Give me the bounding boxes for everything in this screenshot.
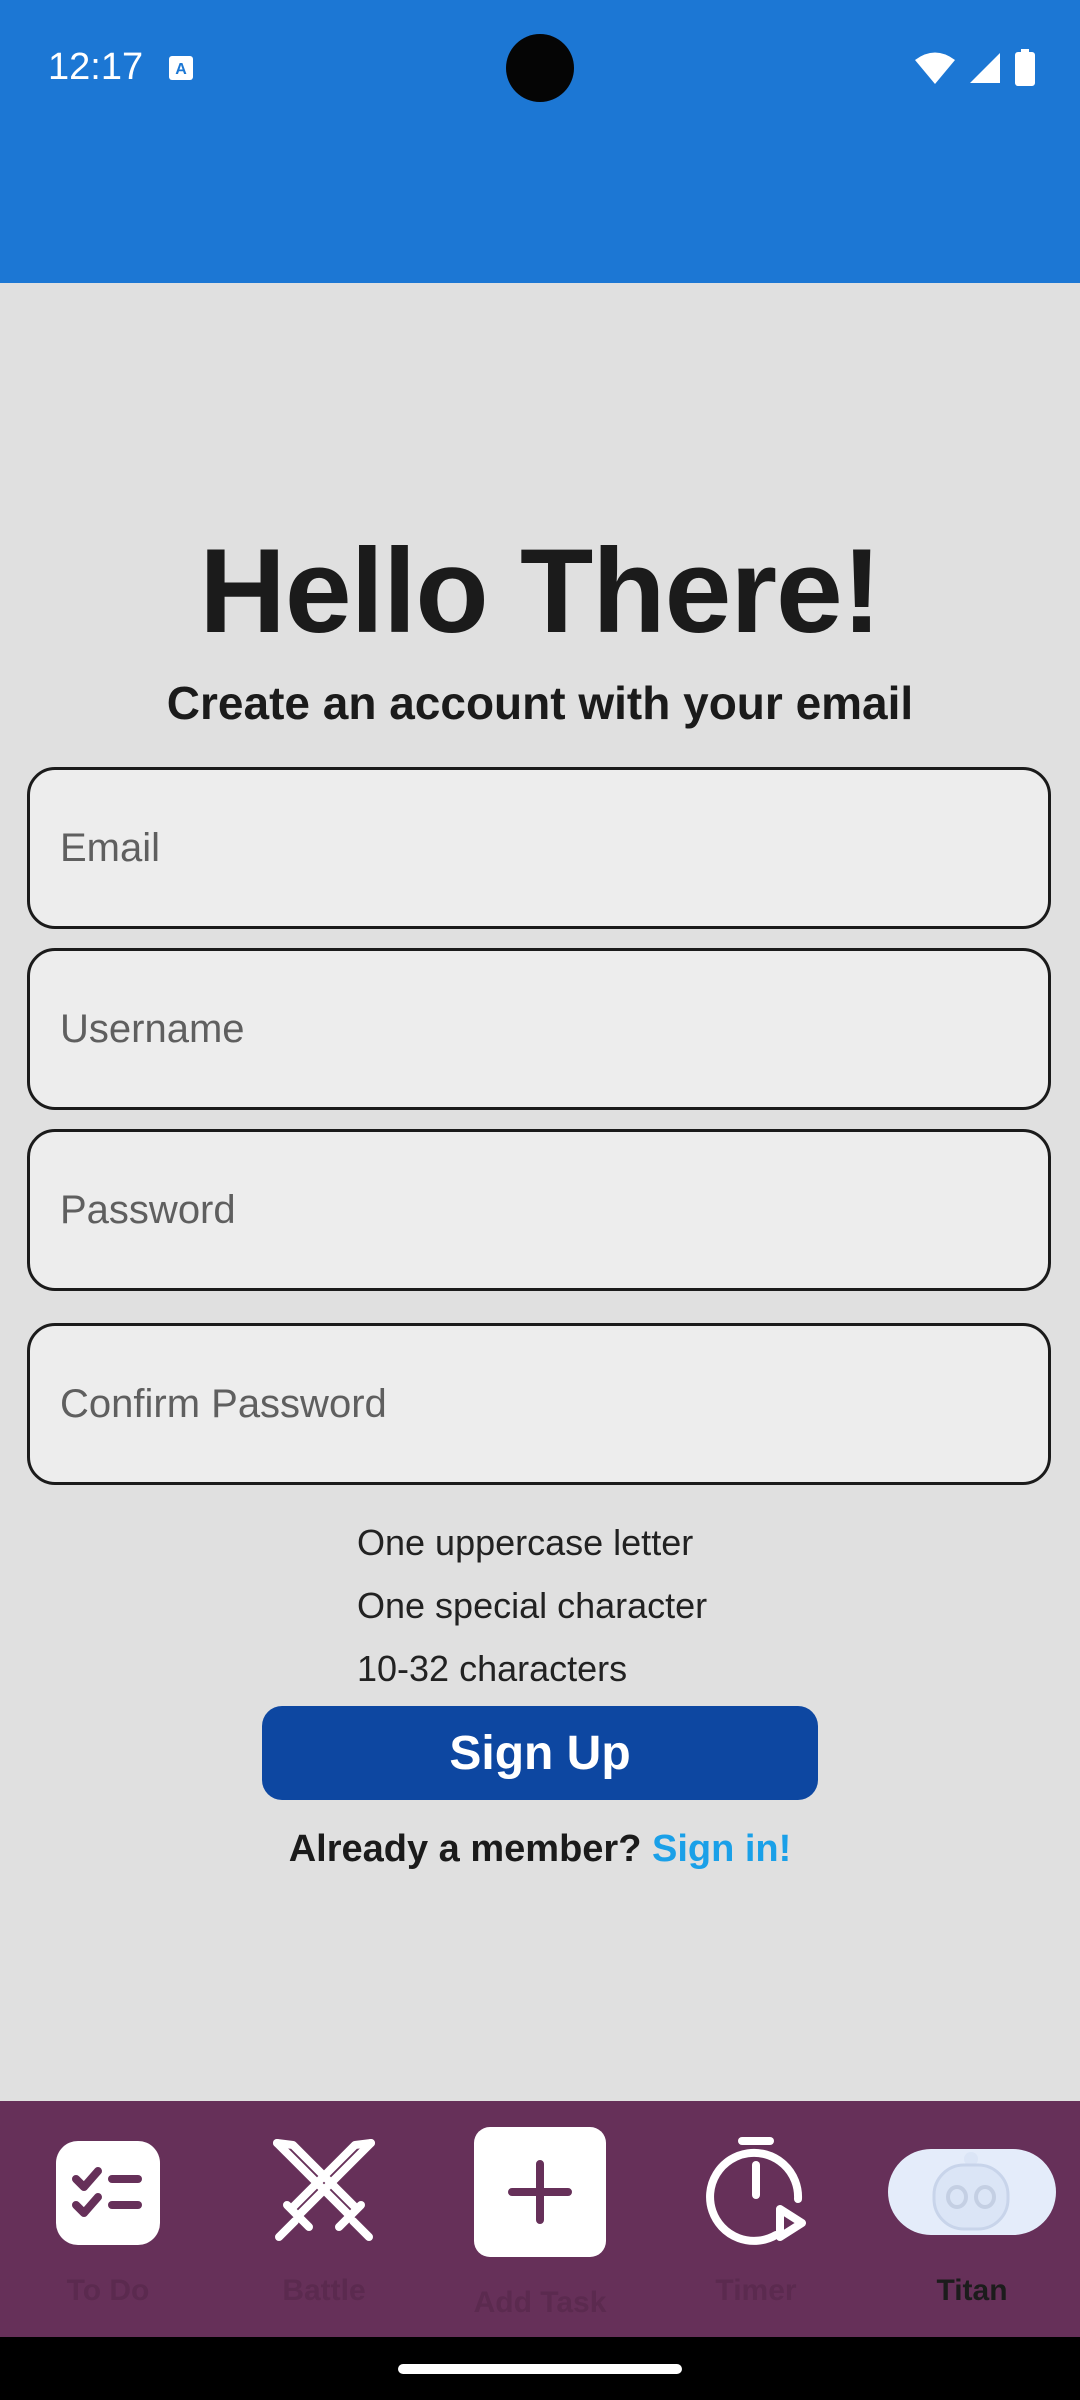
nav-item-timer[interactable]: Timer — [684, 2101, 828, 2337]
plus-icon — [508, 2160, 572, 2224]
requirement-special-char: One special character — [357, 1585, 708, 1626]
battery-icon — [1015, 49, 1035, 86]
email-input[interactable] — [30, 770, 1048, 926]
requirement-uppercase: One uppercase letter — [357, 1522, 694, 1563]
robot-avatar-icon — [932, 2152, 1010, 2231]
password-field[interactable] — [27, 1129, 1051, 1291]
status-time: 12:17 — [48, 46, 144, 88]
page-title: Hello There! — [199, 524, 881, 658]
camera-cutout — [506, 34, 574, 102]
nav-label-titan: Titan — [936, 2274, 1008, 2307]
nav-label-add-task: Add Task — [473, 2286, 607, 2319]
crossed-swords-icon — [273, 2139, 375, 2241]
nav-item-battle[interactable]: Battle — [252, 2101, 396, 2337]
nav-item-add-task[interactable]: Add Task — [468, 2101, 612, 2337]
signal-icon — [970, 53, 1000, 83]
sign-in-link[interactable]: Sign in! — [652, 1828, 791, 1870]
system-icons — [914, 48, 1036, 88]
timer-play-icon — [706, 2137, 806, 2245]
nav-label-todo: To Do — [66, 2274, 150, 2307]
username-field[interactable] — [27, 948, 1051, 1110]
confirm-password-field[interactable] — [27, 1323, 1051, 1485]
sign-up-button[interactable]: Sign Up — [262, 1706, 818, 1800]
nav-item-todo[interactable]: To Do — [36, 2101, 180, 2337]
checklist-icon — [56, 2141, 160, 2245]
requirement-length: 10-32 characters — [357, 1648, 628, 1689]
nav-item-titan[interactable]: Titan — [886, 2101, 1058, 2337]
svg-text:A: A — [175, 61, 187, 78]
nav-label-battle: Battle — [282, 2274, 366, 2307]
page-subtitle: Create an account with your email — [166, 677, 914, 729]
nav-label-timer: Timer — [715, 2274, 797, 2307]
signin-row: Already a member? Sign in! — [0, 1828, 1080, 1871]
confirm-password-input[interactable] — [30, 1326, 1048, 1482]
username-input[interactable] — [30, 951, 1048, 1107]
signin-prompt: Already a member? — [288, 1828, 642, 1870]
translate-notification-icon: A — [169, 56, 193, 80]
wifi-icon — [915, 52, 955, 84]
password-input[interactable] — [30, 1132, 1048, 1288]
gesture-handle[interactable] — [398, 2364, 682, 2374]
bottom-nav: To Do Battle Add Task Timer Titan — [0, 2101, 1080, 2337]
app-bar: 12:17 A — [0, 0, 1080, 283]
email-field[interactable] — [27, 767, 1051, 929]
